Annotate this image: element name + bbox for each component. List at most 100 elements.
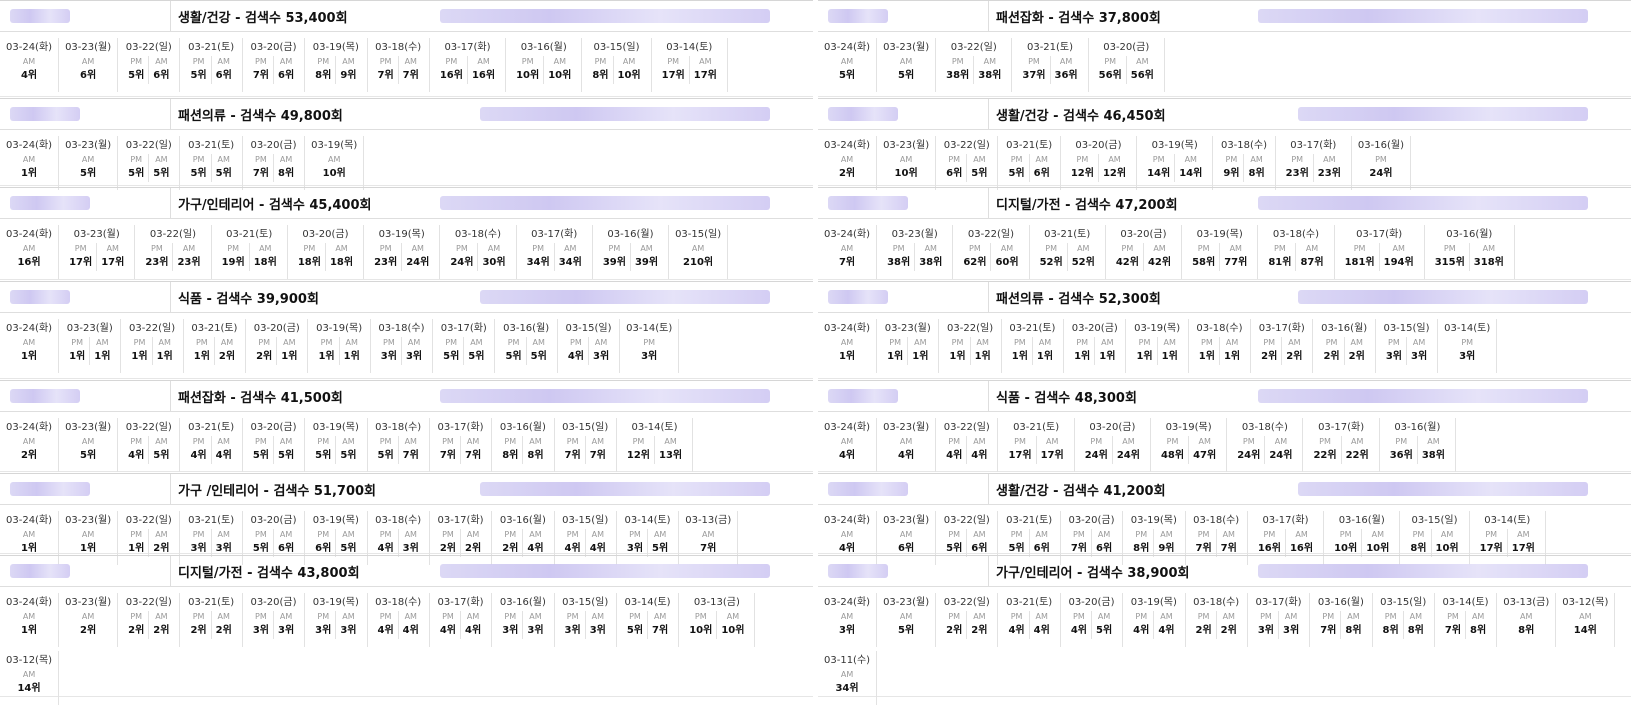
header-divider	[170, 474, 171, 504]
slot-rank: 13위	[659, 450, 683, 461]
day-date: 03-16(월)	[1357, 140, 1404, 151]
slot-rank: 4위	[402, 625, 419, 636]
day-slots: PM 10위 AM 10위	[685, 611, 748, 639]
day-slots: PM 6위 AM 5위	[311, 529, 360, 557]
day-slots: PM 4위 AM 4위	[186, 436, 235, 464]
day-cell: 03-14(토) PM 3위	[1438, 319, 1498, 373]
time-slot: PM 10위	[512, 56, 543, 84]
slot-label: PM	[504, 437, 517, 446]
rank-history: 03-24(화) AM 1위 03-23(월) PM 1위 AM 1위 03-22(일) PM 1위…	[0, 319, 813, 377]
slot-label: PM	[255, 437, 267, 446]
slot-rank: 3위	[277, 625, 295, 636]
day-slots: PM 23위 AM 23위	[1282, 154, 1345, 182]
slot-rank: 30위	[482, 257, 506, 268]
time-slot: PM 39위	[599, 243, 630, 271]
slot-label: AM	[1250, 155, 1263, 164]
day-slots: AM 4위	[883, 436, 929, 464]
slot-label: PM	[532, 244, 544, 253]
slot-rank: 2위	[215, 625, 232, 636]
slot-rank: 1위	[193, 351, 210, 362]
slot-label: AM	[1579, 612, 1592, 621]
slot-label: AM	[924, 244, 937, 253]
time-slot: PM 19위	[218, 243, 249, 271]
slot-label: AM	[404, 530, 417, 539]
day-slots: PM 5위 AM 6위	[186, 56, 235, 84]
day-cell: 03-18(수) PM 81위 AM 87위	[1258, 225, 1335, 279]
day-cell: 03-22(일) PM 1위 AM 1위	[939, 319, 1002, 373]
slot-label: AM	[404, 57, 417, 66]
day-date: 03-21(토)	[1013, 422, 1060, 433]
day-cell: 03-19(목) AM 10위	[305, 136, 365, 190]
time-slot: PM 14위	[1143, 154, 1174, 182]
day-date: 03-24(화)	[824, 42, 871, 53]
time-slot: AM 87위	[1295, 243, 1327, 271]
redacted-related-keywords	[1258, 196, 1588, 210]
slot-rank: 9위	[1223, 168, 1240, 179]
slot-label: AM	[1288, 338, 1301, 347]
keyword-panel: 생활/건강 - 검색수 53,400회 03-24(화) AM 4위 03-23(월) A…	[0, 0, 813, 97]
slot-label: AM	[217, 437, 230, 446]
header-divider	[170, 556, 171, 586]
time-slot: AM 2위	[1215, 611, 1241, 639]
day-slots: AM 2위	[65, 611, 111, 639]
slot-rank: 3위	[1257, 625, 1275, 636]
day-slots: PM 42위 AM 42위	[1112, 243, 1175, 271]
time-slot: AM 1위	[1218, 337, 1244, 365]
time-slot: PM 9위	[1219, 154, 1243, 182]
day-slots: PM 16위 AM 16위	[436, 56, 499, 84]
redacted-keyword	[10, 564, 70, 578]
day-slots: PM 4위 AM 3위	[374, 529, 423, 557]
day-date: 03-18(수)	[375, 515, 422, 526]
time-slot: AM 10위	[543, 56, 575, 84]
slot-rank: 62위	[963, 257, 987, 268]
time-slot: AM 42위	[1142, 243, 1175, 271]
time-slot: PM 42위	[1112, 243, 1143, 271]
slot-label: PM	[1274, 244, 1286, 253]
panel-title: 가구 /인테리어 - 검색수 51,700회	[178, 484, 377, 499]
slot-label: AM	[653, 612, 667, 621]
day-date: 03-21(토)	[1006, 515, 1053, 526]
slot-label: PM	[227, 244, 239, 253]
day-date: 03-23(월)	[65, 422, 112, 433]
slot-rank: 18위	[297, 257, 321, 268]
slot-label: PM	[1166, 437, 1179, 446]
day-slots: AM 6위	[883, 529, 929, 557]
slot-label: AM	[328, 155, 341, 164]
time-slot: AM 16위	[1284, 529, 1317, 557]
header-divider	[988, 188, 989, 218]
time-slot: PM 3위	[1455, 337, 1479, 365]
slot-label: AM	[1347, 612, 1360, 621]
slot-rank: 36위	[1054, 70, 1078, 81]
slot-label: AM	[976, 338, 989, 347]
slot-label: PM	[1010, 155, 1023, 164]
time-slot: PM 3위	[623, 529, 647, 557]
slot-rank: 2위	[218, 351, 236, 362]
day-slots: PM 5위 AM 7위	[623, 611, 672, 639]
time-slot: PM 4위	[436, 611, 460, 639]
slot-rank: 58위	[1192, 257, 1216, 268]
day-cell: 03-22(일) PM 38위 AM 38위	[936, 38, 1013, 92]
day-date: 03-18(수)	[454, 229, 501, 240]
time-slot: PM 36위	[1386, 436, 1417, 464]
day-slots: AM 7위	[824, 243, 870, 271]
time-slot: PM 4위	[942, 436, 966, 464]
slot-rank: 56위	[1098, 70, 1122, 81]
time-slot: PM 1위	[1070, 337, 1094, 365]
time-slot: PM 5위	[1004, 154, 1028, 182]
slot-label: AM	[155, 57, 168, 66]
day-slots: PM 5위 AM 6위	[1004, 529, 1053, 557]
keyword-panel: 식품 - 검색수 48,300회 03-24(화) AM 4위 03-23(월) AM 4위…	[818, 380, 1631, 472]
keyword-panel: 패션잡화 - 검색수 37,800회 03-24(화) AM 5위 03-23(월) AM…	[818, 0, 1631, 97]
day-date: 03-16(월)	[607, 229, 654, 240]
day-cell: 03-18(수) PM 3위 AM 3위	[371, 319, 434, 373]
time-slot: AM 3위	[272, 611, 298, 639]
day-date: 03-16(월)	[1338, 515, 1385, 526]
slot-rank: 3위	[838, 625, 856, 636]
slot-label: PM	[379, 57, 392, 66]
day-date: 03-13(금)	[693, 597, 740, 608]
slot-label: AM	[22, 244, 36, 253]
slot-rank: 1위	[343, 351, 360, 362]
panel-body: 03-24(화) AM 3위 03-23(월) AM 5위 03-22(일) PM 2위 AM 2위…	[818, 587, 1631, 709]
header-divider	[170, 99, 171, 129]
day-slots: AM 2위	[6, 436, 52, 464]
